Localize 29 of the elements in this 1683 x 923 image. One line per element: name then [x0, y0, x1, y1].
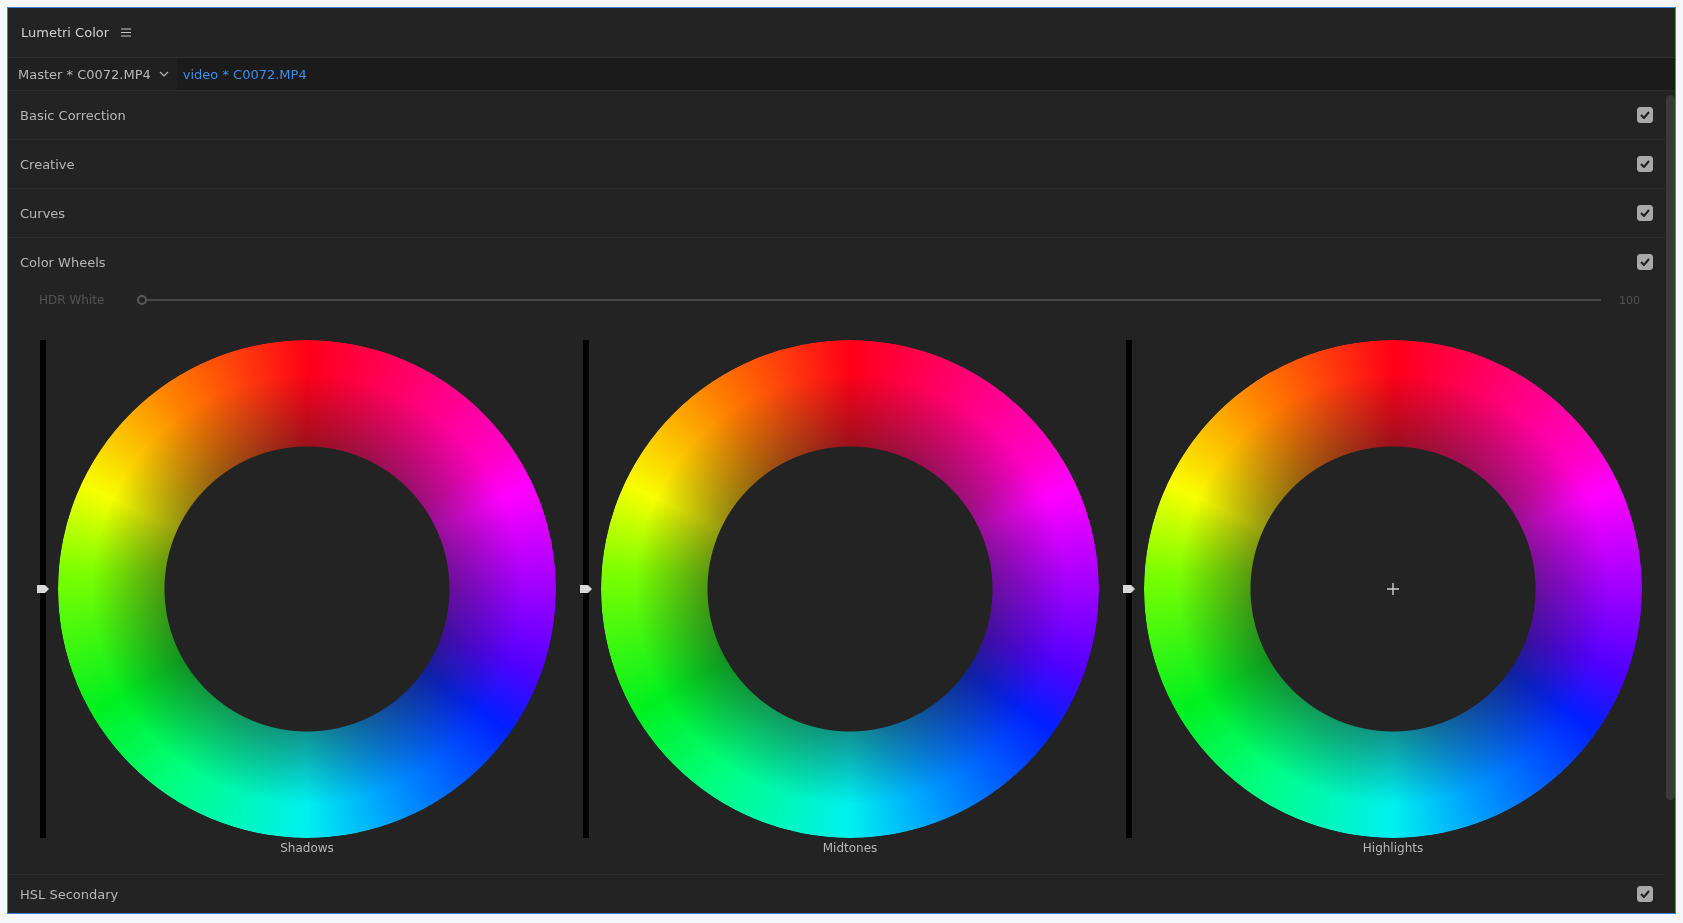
checkbox[interactable]	[1637, 205, 1653, 221]
wheel-label: Highlights	[1362, 841, 1424, 855]
checkbox[interactable]	[1637, 107, 1653, 123]
section-header[interactable]: HSL Secondary	[20, 886, 119, 902]
panel-title: Lumetri Color	[21, 25, 110, 40]
checkmark-icon	[1640, 258, 1650, 266]
checkbox[interactable]	[1637, 886, 1653, 902]
checkmark-icon	[1640, 890, 1650, 898]
section-header[interactable]: Color Wheels	[20, 254, 106, 270]
vertical-slider[interactable]	[579, 340, 593, 838]
checkbox[interactable]	[1637, 156, 1653, 172]
checkbox[interactable]	[1637, 254, 1653, 270]
menu-icon[interactable]	[121, 28, 132, 37]
scrollbar-thumb[interactable]	[1665, 95, 1675, 800]
checkmark-icon	[1640, 111, 1650, 119]
section-header[interactable]: Basic Correction	[20, 107, 126, 123]
section-header[interactable]: Curves	[20, 205, 66, 221]
checkmark-icon	[1640, 209, 1650, 217]
slider-thumb[interactable]	[579, 584, 593, 594]
clip-tab[interactable]: Master * C0072.MP4	[8, 58, 177, 90]
section-header[interactable]: Creative	[20, 156, 75, 172]
slider-thumb[interactable]	[36, 584, 50, 594]
wheel-label: Midtones	[822, 841, 878, 855]
vertical-slider[interactable]	[36, 340, 50, 838]
slider-thumb[interactable]	[1122, 584, 1136, 594]
checkmark-icon	[1640, 160, 1650, 168]
wheel-label: Shadows	[280, 841, 334, 855]
vertical-slider[interactable]	[1122, 340, 1136, 838]
chevron-down-icon[interactable]	[158, 71, 169, 77]
